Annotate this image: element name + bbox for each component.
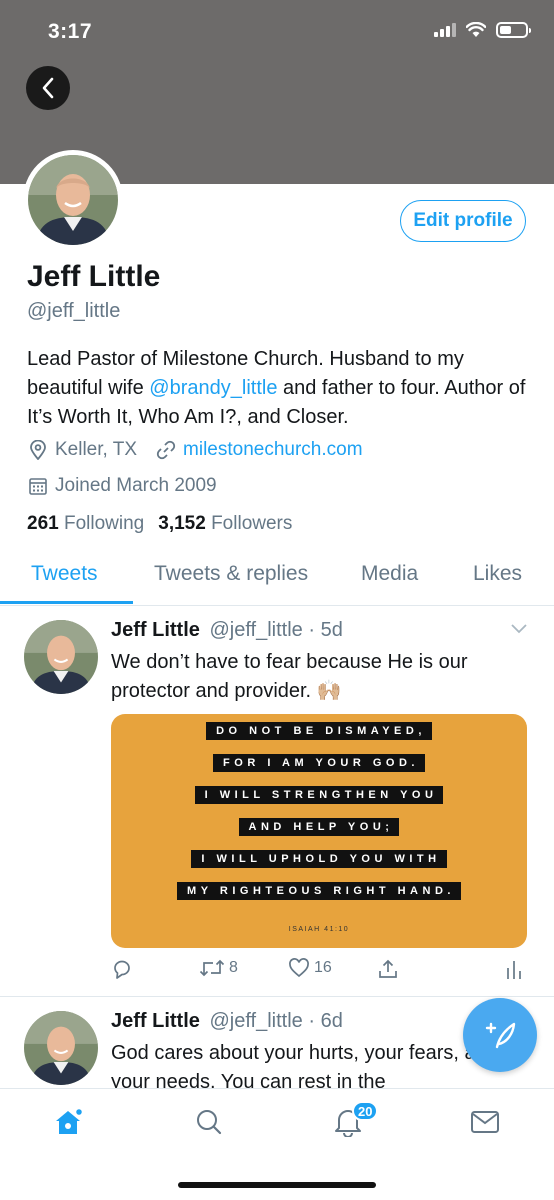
status-time: 3:17 (48, 20, 93, 43)
home-icon (56, 1107, 83, 1134)
tweet-author-handle: @jeff_little (209, 1010, 303, 1032)
compose-icon (485, 1022, 516, 1049)
followers-link[interactable]: 3,152 Followers (158, 513, 292, 535)
verse-line: MY RIGHTEOUS RIGHT HAND. (111, 882, 527, 900)
like-count: 16 (314, 959, 332, 976)
avatar-photo (24, 1011, 98, 1085)
verse-line: I WILL STRENGTHEN YOU (111, 786, 527, 804)
verse-line: AND HELP YOU; (111, 818, 527, 836)
bio-mention-link[interactable]: @brandy_little (149, 377, 277, 399)
tweet-author-name[interactable]: Jeff Little (111, 619, 200, 641)
followers-count: 3,152 (158, 513, 206, 534)
follow-stats: 261 Following 3,152 Followers (27, 513, 292, 535)
retweet-icon (199, 959, 225, 977)
back-icon (42, 77, 54, 99)
retweet-button[interactable]: 8 (199, 958, 238, 978)
tab-likes[interactable]: Likes (473, 562, 522, 586)
profile-joined: Joined March 2009 (55, 475, 217, 496)
tweet-author-handle: @jeff_little (209, 619, 303, 641)
analytics-button[interactable] (506, 958, 522, 980)
wifi-icon (466, 22, 486, 37)
tweet-header: Jeff Little @jeff_little · 6d (111, 1010, 343, 1033)
tweet-time: 6d (320, 1010, 343, 1032)
profile-tabs: Tweets Tweets & replies Media Likes (0, 548, 554, 606)
profile-handle: @jeff_little (27, 300, 121, 322)
nav-search[interactable] (192, 1105, 226, 1139)
tweet-image[interactable]: DO NOT BE DISMAYED, FOR I AM YOUR GOD. I… (111, 714, 527, 948)
followers-label: Followers (211, 513, 293, 534)
tab-tweets-replies[interactable]: Tweets & replies (154, 562, 308, 586)
edit-profile-button[interactable]: Edit profile (400, 200, 526, 242)
following-link[interactable]: 261 Following (27, 513, 144, 535)
signal-icon (434, 23, 456, 37)
location-icon (27, 439, 49, 461)
analytics-icon (507, 961, 521, 979)
back-button[interactable] (26, 66, 70, 110)
profile-bio: Lead Pastor of Milestone Church. Husband… (27, 345, 527, 432)
profile-website-link[interactable]: milestonechurch.com (183, 439, 363, 461)
compose-tweet-button[interactable] (463, 998, 537, 1072)
profile-name: Jeff Little (27, 260, 161, 293)
active-tab-indicator (0, 601, 133, 604)
following-count: 261 (27, 513, 59, 534)
reply-button[interactable] (111, 958, 133, 980)
calendar-icon (27, 475, 49, 497)
tweet-time: 5d (320, 619, 343, 641)
tab-media[interactable]: Media (361, 562, 418, 586)
verse-line: DO NOT BE DISMAYED, (111, 722, 527, 740)
chevron-down-icon (511, 624, 527, 634)
nav-messages[interactable] (468, 1105, 502, 1139)
verse-line: FOR I AM YOUR GOD. (111, 754, 527, 772)
status-icons (434, 22, 531, 38)
retweet-count: 8 (229, 959, 238, 976)
tweet-text: We don’t have to fear because He is our … (111, 651, 468, 702)
verse-reference: ISAIAH 41:10 (288, 926, 350, 933)
avatar-photo (28, 155, 118, 245)
status-bar: 3:17 (0, 0, 554, 64)
profile-meta: Keller, TX milestonechurch.com (27, 439, 363, 461)
tweet-avatar[interactable] (24, 1011, 98, 1085)
search-icon (197, 1110, 222, 1135)
profile-avatar[interactable] (23, 150, 123, 250)
verse-line: I WILL UPHOLD YOU WITH (111, 850, 527, 868)
link-icon (155, 439, 177, 461)
tweet-menu-button[interactable] (510, 622, 528, 640)
home-indicator (178, 1182, 376, 1188)
tweet-actions: 8 16 (111, 958, 531, 986)
like-icon (289, 958, 309, 978)
reply-icon (114, 960, 130, 979)
tweet-dot: · (308, 619, 316, 641)
notification-badge: 20 (352, 1101, 379, 1121)
profile-joined-row: Joined March 2009 (27, 475, 217, 497)
messages-icon (471, 1111, 499, 1133)
share-button[interactable] (377, 958, 399, 980)
tweet-avatar[interactable] (24, 620, 98, 694)
tweet-header: Jeff Little @jeff_little · 5d (111, 619, 343, 642)
tweet-dot: · (308, 1010, 316, 1032)
profile-location: Keller, TX (55, 439, 138, 460)
tweet-author-name[interactable]: Jeff Little (111, 1010, 200, 1032)
like-button[interactable]: 16 (288, 958, 332, 978)
tab-tweets[interactable]: Tweets (31, 562, 98, 586)
following-label: Following (63, 513, 145, 534)
nav-home[interactable] (51, 1105, 85, 1139)
avatar-photo (24, 620, 98, 694)
share-icon (379, 959, 397, 978)
battery-icon (496, 22, 531, 38)
